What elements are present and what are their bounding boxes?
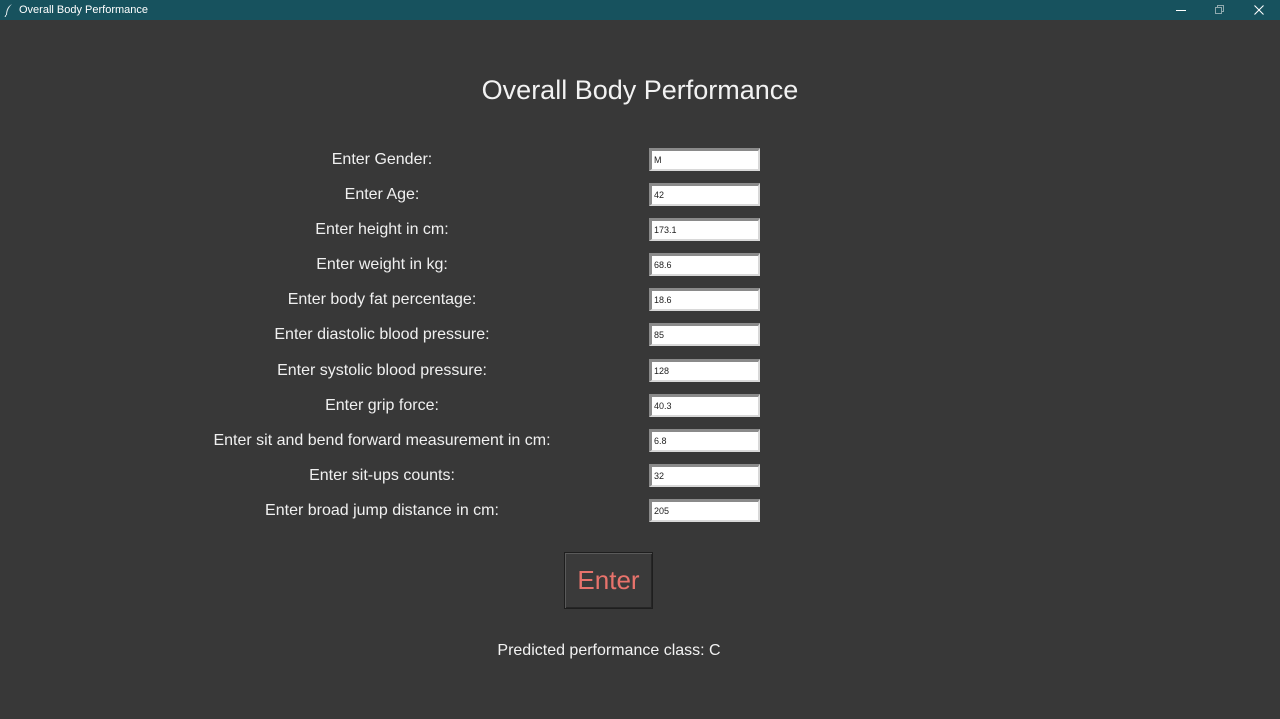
diastolic-input[interactable]	[649, 323, 760, 346]
gender-label: Enter Gender:	[331, 151, 433, 168]
broad-jump-label: Enter broad jump distance in cm:	[265, 502, 499, 519]
body-fat-label: Enter body fat percentage:	[287, 291, 477, 308]
diastolic-label: Enter diastolic blood pressure:	[274, 326, 490, 343]
height-input[interactable]	[649, 218, 760, 241]
sit-and-bend-input[interactable]	[649, 429, 760, 452]
sit-ups-input[interactable]	[649, 464, 760, 487]
grip-force-label: Enter grip force:	[325, 397, 439, 414]
prediction-result: Predicted performance class: C	[497, 642, 721, 659]
gender-input[interactable]	[649, 148, 760, 171]
age-label: Enter Age:	[344, 186, 420, 203]
broad-jump-input[interactable]	[649, 499, 760, 522]
weight-input[interactable]	[649, 253, 760, 276]
enter-button[interactable]: Enter	[564, 552, 653, 609]
title-bar[interactable]: Overall Body Performance	[0, 0, 1280, 20]
grip-force-input[interactable]	[649, 394, 760, 417]
maximize-button[interactable]	[1200, 0, 1238, 20]
minimize-button[interactable]	[1162, 0, 1200, 20]
close-button[interactable]	[1240, 0, 1278, 20]
page-title: Overall Body Performance	[481, 75, 799, 105]
weight-label: Enter weight in kg:	[316, 256, 448, 273]
systolic-label: Enter systolic blood pressure:	[277, 362, 487, 379]
systolic-input[interactable]	[649, 359, 760, 382]
sit-and-bend-label: Enter sit and bend forward measurement i…	[213, 432, 551, 449]
maximize-icon	[1215, 5, 1224, 14]
sit-ups-label: Enter sit-ups counts:	[309, 467, 455, 484]
minimize-icon	[1176, 10, 1186, 11]
close-icon	[1254, 5, 1264, 15]
height-label: Enter height in cm:	[315, 221, 449, 238]
age-input[interactable]	[649, 183, 760, 206]
body-fat-input[interactable]	[649, 288, 760, 311]
window-title: Overall Body Performance	[19, 4, 148, 16]
feather-icon	[4, 4, 12, 17]
